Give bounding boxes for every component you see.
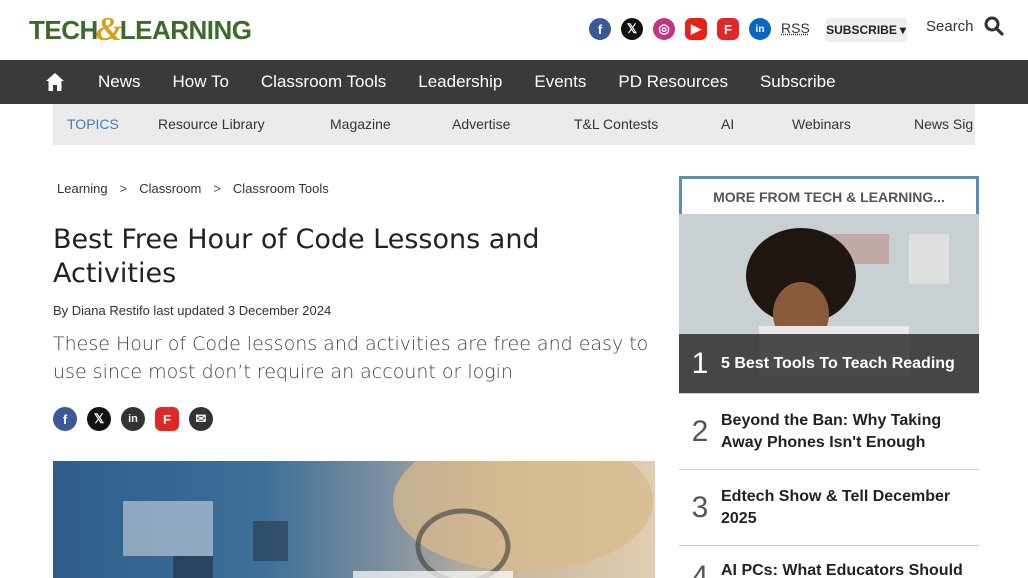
nav-list: News How To Classroom Tools Leadership E… bbox=[98, 60, 868, 104]
logo-ampersand: & bbox=[95, 11, 122, 48]
article-summary: These Hour of Code lessons and activitie… bbox=[53, 333, 649, 383]
instagram-icon[interactable]: ◎ bbox=[653, 18, 675, 40]
logo-text-learning: LEARNING bbox=[119, 14, 252, 45]
subscribe-label: SUBSCRIBE bbox=[826, 23, 897, 37]
sidebar-item-title: Edtech Show & Tell December 2025 bbox=[721, 487, 951, 527]
rank-number: 3 bbox=[691, 490, 709, 524]
home-icon[interactable] bbox=[44, 71, 66, 93]
social-links: f 𝕏 ◎ ▶ F in bbox=[589, 18, 771, 40]
sidebar-item-2[interactable]: 2 Beyond the Ban: Why Taking Away Phones… bbox=[679, 394, 979, 470]
rss-link[interactable]: RSS bbox=[781, 20, 810, 36]
subscribe-dropdown-button[interactable]: SUBSCRIBE ▾ bbox=[825, 18, 907, 42]
topic-resource-library[interactable]: Resource Library bbox=[158, 116, 265, 132]
site-header: TECH & LEARNING f 𝕏 ◎ ▶ F in RSS SUBSCRIBE… bbox=[0, 0, 1028, 60]
sidebar-featured-card[interactable]: 1 5 Best Tools To Teach Reading bbox=[679, 214, 979, 394]
topic-tl-contests[interactable]: T&L Contests bbox=[574, 116, 658, 132]
article-title: Best Free Hour of Code Lessons and Activ… bbox=[53, 224, 540, 289]
share-flipboard-icon[interactable]: F bbox=[155, 407, 179, 431]
topic-webinars[interactable]: Webinars bbox=[792, 116, 851, 132]
nav-item-events[interactable]: Events bbox=[534, 72, 586, 92]
x-icon[interactable]: 𝕏 bbox=[621, 18, 643, 40]
site-logo[interactable]: TECH & LEARNING bbox=[29, 11, 252, 48]
nav-item-subscribe[interactable]: Subscribe bbox=[760, 72, 836, 92]
breadcrumb-classroom[interactable]: Classroom bbox=[139, 181, 201, 196]
share-facebook-icon[interactable]: f bbox=[53, 407, 77, 431]
breadcrumb-separator: > bbox=[119, 181, 128, 196]
nav-item-classroom-tools[interactable]: Classroom Tools bbox=[261, 72, 386, 92]
sidebar-item-3[interactable]: 3 Edtech Show & Tell December 2025 bbox=[679, 470, 979, 546]
share-buttons: f 𝕏 in F ✉ bbox=[53, 407, 213, 431]
rank-number: 2 bbox=[691, 414, 709, 448]
topic-magazine[interactable]: Magazine bbox=[330, 116, 391, 132]
logo-text-tech: TECH bbox=[29, 14, 98, 45]
breadcrumb-classroom-tools[interactable]: Classroom Tools bbox=[233, 181, 329, 196]
sidebar-item-4[interactable]: 4 AI PCs: What Educators Should bbox=[679, 546, 979, 578]
topic-advertise[interactable]: Advertise bbox=[452, 116, 510, 132]
search-label: Search bbox=[926, 17, 974, 35]
hero-photo-shapes bbox=[123, 461, 653, 578]
sidebar-item-title: 5 Best Tools To Teach Reading bbox=[721, 354, 955, 372]
search-icon bbox=[984, 16, 1004, 36]
nav-item-news[interactable]: News bbox=[98, 72, 141, 92]
more-from-sidebar: MORE FROM TECH & LEARNING... 1 5 Best To… bbox=[679, 176, 979, 578]
nav-item-leadership[interactable]: Leadership bbox=[418, 72, 502, 92]
topic-ai[interactable]: AI bbox=[721, 116, 734, 132]
share-x-icon[interactable]: 𝕏 bbox=[87, 407, 111, 431]
breadcrumb: Learning > Classroom > Classroom Tools bbox=[57, 181, 329, 196]
linkedin-icon[interactable]: in bbox=[749, 18, 771, 40]
search-button[interactable]: Search bbox=[926, 16, 1004, 36]
sidebar-item-title: Beyond the Ban: Why Taking Away Phones I… bbox=[721, 411, 942, 451]
topic-news-signup[interactable]: News Sig bbox=[914, 116, 973, 132]
article-hero-image bbox=[53, 461, 655, 578]
sidebar-item-title: AI PCs: What Educators Should bbox=[721, 562, 963, 578]
main-navigation: News How To Classroom Tools Leadership E… bbox=[0, 60, 1028, 104]
youtube-icon[interactable]: ▶ bbox=[685, 18, 707, 40]
topics-label: TOPICS bbox=[67, 116, 119, 132]
breadcrumb-separator: > bbox=[213, 181, 221, 196]
flipboard-icon[interactable]: F bbox=[717, 18, 739, 40]
facebook-icon[interactable]: f bbox=[589, 18, 611, 40]
rank-number: 1 bbox=[691, 346, 709, 380]
sidebar-heading: MORE FROM TECH & LEARNING... bbox=[679, 176, 979, 214]
nav-item-how-to[interactable]: How To bbox=[173, 72, 229, 92]
rank-number: 4 bbox=[691, 560, 709, 578]
caret-down-icon: ▾ bbox=[899, 23, 906, 37]
share-email-icon[interactable]: ✉ bbox=[189, 407, 213, 431]
nav-item-pd-resources[interactable]: PD Resources bbox=[618, 72, 728, 92]
topics-bar: TOPICS Resource Library Magazine Adverti… bbox=[53, 104, 975, 145]
sidebar-item-1[interactable]: 1 5 Best Tools To Teach Reading bbox=[679, 334, 979, 393]
breadcrumb-learning[interactable]: Learning bbox=[57, 181, 108, 196]
article-byline: By Diana Restifo last updated 3 December… bbox=[53, 303, 332, 318]
share-linkedin-icon[interactable]: in bbox=[121, 407, 145, 431]
